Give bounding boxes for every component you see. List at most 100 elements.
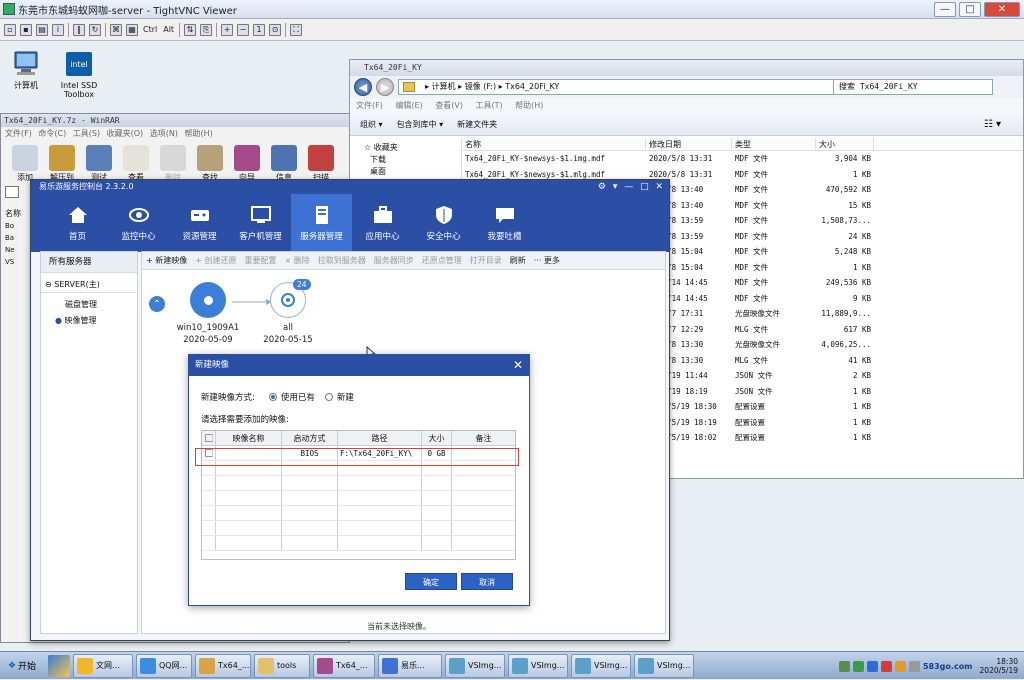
tray-icon[interactable]: [894, 660, 906, 672]
start-button[interactable]: ❖ 开始: [2, 654, 42, 678]
taskbar-button[interactable]: VSImg...: [445, 653, 505, 678]
toolbar-item[interactable]: 重要配置: [245, 255, 277, 266]
ok-button[interactable]: 确定: [405, 573, 457, 590]
view-options-icon[interactable]: ☷ ▾: [984, 119, 1001, 130]
zoom-out-icon[interactable]: −: [237, 23, 250, 36]
tray-icon[interactable]: [866, 660, 878, 672]
close-button[interactable]: ✕: [984, 2, 1020, 17]
winrar-menu[interactable]: 文件(F) 命令(C) 工具(S) 收藏夹(O) 选项(N) 帮助(H): [1, 127, 349, 141]
col-type[interactable]: 类型: [732, 138, 816, 150]
nav-desktop[interactable]: 桌面: [350, 166, 461, 178]
radio-new[interactable]: [324, 393, 333, 401]
console-window-controls[interactable]: ⚙ ▾ — □ ✕: [598, 180, 663, 194]
col-date[interactable]: 修改日期: [646, 138, 732, 150]
nav-chat[interactable]: 我要吐槽: [474, 194, 535, 252]
taskbar-button[interactable]: VSImg...: [571, 653, 631, 678]
winrar-file-item[interactable]: Ba: [5, 232, 31, 244]
winrar-file-item[interactable]: VS: [5, 256, 31, 268]
toolbar-item[interactable]: 还原点管理: [422, 255, 462, 266]
explorer-menu[interactable]: 文件(F) 编辑(E) 查看(V) 工具(T) 帮助(H): [350, 98, 1023, 114]
taskbar-button[interactable]: VSImg...: [634, 653, 694, 678]
forward-button[interactable]: ▶: [376, 78, 394, 96]
fullscreen-icon[interactable]: ⛶: [290, 23, 303, 36]
pause-icon[interactable]: ‖: [73, 23, 85, 36]
toolbar-item[interactable]: 打开目录: [470, 255, 502, 266]
toolbar-item[interactable]: 刷新: [510, 255, 526, 266]
minimize-button[interactable]: —: [934, 2, 956, 17]
winrar-tool-view[interactable]: 查看: [120, 145, 152, 183]
refresh-icon[interactable]: ↻: [89, 23, 101, 36]
nav-downloads[interactable]: 下载: [350, 154, 461, 166]
dialog-close-icon[interactable]: ✕: [513, 355, 523, 376]
toolbar-item[interactable]: × 删除: [285, 255, 310, 266]
options-icon[interactable]: ▤: [36, 23, 48, 36]
include-library-button[interactable]: 包含到库中 ▾: [397, 119, 444, 130]
taskbar-button[interactable]: 文网...: [73, 653, 133, 678]
ctrl-key-button[interactable]: Ctrl: [142, 24, 158, 36]
maximize-button[interactable]: □: [959, 2, 981, 17]
winrar-tool-scan[interactable]: 扫描: [305, 145, 337, 183]
winrar-file-item[interactable]: Bo: [5, 220, 31, 232]
up-folder-icon[interactable]: [5, 186, 19, 198]
taskbar-button[interactable]: VSImg...: [508, 653, 568, 678]
tray-icon[interactable]: [880, 660, 892, 672]
nav-gamepad[interactable]: 资源管理: [169, 194, 230, 252]
toolbar-item[interactable]: + 创建还原: [195, 255, 236, 266]
search-input[interactable]: 搜索 Tx64_20Fi_KY: [833, 79, 993, 95]
taskbar-button[interactable]: Tx64_...: [195, 653, 251, 678]
nav-toolbox[interactable]: 应用中心: [352, 194, 413, 252]
file-row[interactable]: Tx64_20Fi_KY-$newsys-$1.img.mdf 2020/5/8 …: [462, 151, 1022, 167]
radio-use-existing[interactable]: [268, 393, 277, 401]
taskbar-button[interactable]: Tx64_...: [313, 653, 375, 678]
zoom-fit-icon[interactable]: ⊙: [269, 23, 282, 36]
desktop-icon-computer[interactable]: 计算机: [6, 50, 46, 90]
taskbar-button[interactable]: 易乐...: [378, 653, 442, 678]
toolbar-item[interactable]: 拉取到服务器: [318, 255, 366, 266]
tree-server[interactable]: ⊖ SERVER(主): [41, 277, 137, 293]
tree-disk-management[interactable]: 磁盘管理: [41, 297, 137, 313]
nav-favorites[interactable]: ☆ 收藏夹: [350, 142, 461, 154]
col-name[interactable]: 名称: [462, 138, 646, 150]
winrar-tool-extract[interactable]: 解压到: [46, 145, 78, 183]
address-field[interactable]: ▸ 计算机 ▸ 镜像 (F:) ▸ Tx64_20Fi_KY: [398, 79, 863, 95]
taskbar-button[interactable]: tools: [254, 653, 310, 678]
winrar-tool-wizard[interactable]: 向导: [231, 145, 263, 183]
alt-key-button[interactable]: Alt: [162, 24, 175, 36]
winrar-tool-test[interactable]: 测试: [83, 145, 115, 183]
ctrl-alt-del-icon[interactable]: ⌘: [110, 23, 122, 36]
nav-shield[interactable]: 安全中心: [413, 194, 474, 252]
shield-icon[interactable]: [48, 654, 70, 677]
zoom-in-icon[interactable]: +: [221, 23, 234, 36]
taskbar-button[interactable]: QQ网...: [136, 653, 192, 678]
back-button[interactable]: ◀: [354, 78, 372, 96]
save-icon[interactable]: ▪: [20, 23, 32, 36]
tree-image-management[interactable]: ● 映像管理: [41, 313, 137, 329]
transfer-icon[interactable]: ⇅: [184, 23, 197, 36]
desktop-icon-intel-ssd[interactable]: intel Intel SSD Toolbox: [56, 50, 102, 99]
tray-icon[interactable]: [908, 660, 920, 672]
nav-monitor[interactable]: 客户机管理: [230, 194, 291, 252]
winrar-tool-add[interactable]: 添加: [9, 145, 41, 183]
winrar-tool-delete[interactable]: 删除: [157, 145, 189, 183]
toolbar-item[interactable]: ··· 更多: [534, 255, 560, 266]
win-key-icon[interactable]: ▦: [126, 23, 138, 36]
image-node-win10[interactable]: [190, 282, 226, 318]
info-icon[interactable]: i: [52, 23, 64, 36]
header-checkbox[interactable]: [202, 431, 216, 445]
toolbar-item[interactable]: + 新建映像: [146, 255, 187, 266]
tray-icon[interactable]: [852, 660, 864, 672]
col-size[interactable]: 大小: [816, 138, 874, 150]
winrar-file-item[interactable]: Ne: [5, 244, 31, 256]
zoom-100-icon[interactable]: 1: [253, 23, 266, 36]
nav-server[interactable]: 服务器管理: [291, 194, 352, 252]
organize-button[interactable]: 组织 ▾: [360, 119, 383, 130]
collapse-toggle-icon[interactable]: ⌃: [149, 296, 165, 312]
tray-icon[interactable]: [838, 660, 850, 672]
nav-eye[interactable]: 监控中心: [108, 194, 169, 252]
nav-home[interactable]: 首页: [47, 194, 108, 252]
new-connection-icon[interactable]: ▫: [4, 23, 16, 36]
toolbar-item[interactable]: 服务器同步: [374, 255, 414, 266]
new-folder-button[interactable]: 新建文件夹: [457, 119, 497, 130]
cancel-button[interactable]: 取消: [461, 573, 513, 590]
winrar-tool-find[interactable]: 查找: [194, 145, 226, 183]
